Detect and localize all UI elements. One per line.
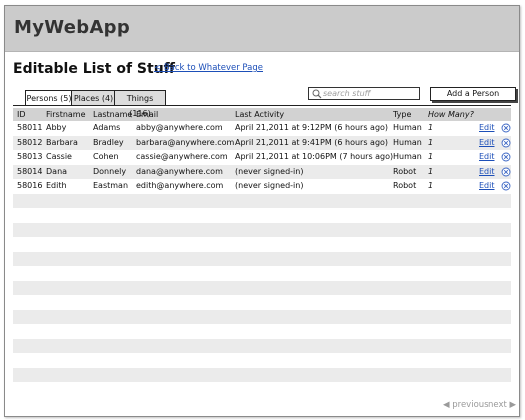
cell-firstname: Edith [46, 181, 67, 190]
cell-email: barbara@anywhere.com [136, 137, 235, 147]
edit-link[interactable]: Edit [479, 167, 495, 176]
cell-how-many: 1 [428, 181, 434, 190]
cell-type: Human [393, 152, 422, 161]
app-header: MyWebApp [5, 6, 519, 52]
cell-email: dana@anywhere.com [136, 166, 223, 176]
search-icon [312, 89, 322, 99]
tab-label: Places (4) [73, 94, 114, 103]
cell-lastname: Donnely [93, 166, 127, 176]
cell-last-activity: April 21,2011 at 9:41PM (6 hours ago) [235, 137, 389, 147]
empty-table-row [13, 251, 511, 266]
search-box[interactable] [308, 87, 420, 100]
column-header-last-activity: Last Activity [235, 109, 285, 119]
table-row: 58016 Edith Eastman edith@anywhere.com (neve… [13, 179, 511, 194]
edit-link[interactable]: Edit [479, 138, 495, 147]
cell-last-activity: April 21,2011 at 9:12PM (6 hours ago) [235, 123, 389, 132]
column-header-how-many: How Many? [428, 109, 474, 119]
cell-email: edith@anywhere.com [136, 181, 224, 190]
cell-id: 58016 [17, 181, 43, 190]
empty-table-row [13, 309, 511, 324]
next-label: next [488, 400, 507, 410]
add-person-button[interactable]: Add a Person [430, 87, 516, 101]
delete-icon[interactable] [501, 152, 511, 164]
delete-icon[interactable] [501, 138, 511, 150]
tab-things[interactable]: Things (116) [114, 90, 166, 118]
cell-lastname: Bradley [93, 137, 124, 147]
empty-table-row [13, 208, 511, 223]
edit-link[interactable]: Edit [479, 123, 495, 132]
cell-id: 58013 [17, 152, 43, 161]
cell-firstname: Dana [46, 166, 68, 176]
cell-firstname: Abby [46, 123, 67, 132]
column-header-lastname: Lastname [93, 109, 133, 119]
delete-icon[interactable] [501, 167, 511, 179]
cell-lastname: Adams [93, 123, 121, 132]
tab-divider [13, 105, 511, 106]
table-row: 58011 Abby Adams abby@anywhere.com April 21,… [13, 121, 511, 136]
cell-how-many: 1 [428, 123, 434, 132]
cell-how-many: 1 [428, 137, 434, 147]
delete-icon[interactable] [501, 123, 511, 135]
cell-type: Robot [393, 166, 417, 176]
back-link[interactable]: < Back to Whatever Page [154, 63, 263, 73]
empty-table-row [13, 353, 511, 368]
table-row: 58014 Dana Donnely dana@anywhere.com (never … [13, 164, 511, 179]
empty-table-row [13, 295, 511, 310]
table-row: 58012 Barbara Bradley barbara@anywhere.com A… [13, 135, 511, 150]
empty-table-row [13, 324, 511, 339]
cell-firstname: Barbara [46, 137, 78, 147]
column-header-firstname: Firstname [46, 109, 86, 119]
cell-email: abby@anywhere.com [136, 123, 223, 132]
next-link[interactable]: next ▶ [488, 400, 516, 410]
cell-firstname: Cassie [46, 152, 72, 161]
cell-email: cassie@anywhere.com [136, 152, 228, 161]
next-arrow-icon: ▶ [506, 400, 517, 410]
empty-table-row [13, 338, 511, 353]
page-title: Editable List of Stuff [13, 61, 175, 77]
app-title: MyWebApp [14, 17, 131, 38]
empty-table-row [13, 222, 511, 237]
previous-label: previous [452, 400, 489, 410]
tab-persons[interactable]: Persons (5) [25, 90, 73, 106]
app-window: MyWebApp Editable List of Stuff < Back t… [4, 5, 520, 417]
search-input[interactable] [323, 88, 417, 99]
column-header-id: ID [17, 109, 26, 119]
edit-link[interactable]: Edit [479, 152, 495, 161]
empty-table-row [13, 367, 511, 382]
table-row: 58013 Cassie Cohen cassie@anywhere.com April… [13, 150, 511, 165]
empty-table-row [13, 237, 511, 252]
empty-table-row [13, 266, 511, 281]
cell-id: 58012 [17, 137, 43, 147]
tab-places[interactable]: Places (4) [71, 90, 116, 105]
empty-table-row [13, 382, 511, 397]
cell-last-activity: April 21,2011 at 10:06PM (7 hours ago) [235, 152, 394, 161]
cell-type: Human [393, 137, 422, 147]
cell-type: Robot [393, 181, 417, 190]
cell-id: 58014 [17, 166, 43, 176]
cell-lastname: Eastman [93, 181, 129, 190]
cell-lastname: Cohen [93, 152, 119, 161]
edit-link[interactable]: Edit [479, 181, 495, 190]
cell-last-activity: (never signed-in) [235, 181, 304, 190]
cell-how-many: 1 [428, 152, 434, 161]
cell-last-activity: (never signed-in) [235, 166, 304, 176]
previous-arrow-icon: ◀ [443, 400, 453, 410]
empty-table-row [13, 280, 511, 295]
data-table: ID Firstname Lastname Email Last Activit… [13, 108, 511, 397]
tab-label: Persons (5) [26, 94, 72, 103]
cell-id: 58011 [17, 123, 43, 132]
column-header-type: Type [393, 109, 412, 119]
previous-link[interactable]: ◀ previous [443, 400, 489, 410]
tab-label: Things (116) [126, 94, 154, 118]
empty-table-row [13, 193, 511, 208]
delete-icon[interactable] [501, 181, 511, 193]
cell-type: Human [393, 123, 422, 132]
cell-how-many: 1 [428, 166, 434, 176]
table-header: ID Firstname Lastname Email Last Activit… [13, 108, 511, 121]
